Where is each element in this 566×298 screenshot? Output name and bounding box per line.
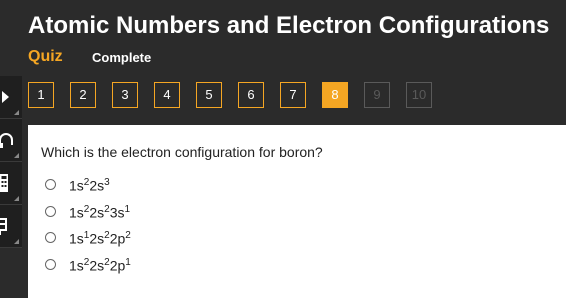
- status-label: Complete: [92, 50, 152, 65]
- answer-option-text: 1s22s23s1: [69, 203, 131, 221]
- answer-option-text: 1s22s3: [69, 177, 110, 194]
- rail-tab-arrow[interactable]: [0, 76, 22, 119]
- rail-tab-audio[interactable]: [0, 119, 22, 162]
- page-button-4[interactable]: 4: [154, 82, 180, 108]
- calculator-icon: [0, 174, 8, 192]
- page-title: Atomic Numbers and Electron Configuratio…: [28, 12, 550, 39]
- answer-option-text: 1s12s22p2: [69, 230, 131, 247]
- radio-button[interactable]: [45, 258, 56, 270]
- reference-icon: [0, 218, 7, 235]
- radio-button[interactable]: [45, 232, 56, 243]
- page-button-1[interactable]: 1: [28, 82, 54, 108]
- rail-tab-calculator[interactable]: [0, 162, 22, 205]
- page-button-3[interactable]: 3: [112, 82, 138, 108]
- page-button-6[interactable]: 6: [238, 82, 264, 108]
- radio-button[interactable]: [45, 205, 56, 217]
- side-rail: [0, 76, 22, 256]
- page-button-9: 9: [364, 82, 390, 108]
- page-button-7[interactable]: 7: [280, 82, 306, 108]
- rail-tab-reference[interactable]: [0, 205, 22, 248]
- page-button-2[interactable]: 2: [70, 82, 96, 108]
- question-panel: Which is the electron configuration for …: [28, 125, 566, 298]
- radio-button[interactable]: [45, 179, 56, 190]
- question-text: Which is the electron configuration for …: [41, 144, 323, 160]
- page-button-10: 10: [406, 82, 432, 108]
- quiz-label: Quiz: [28, 48, 63, 65]
- arrow-icon: [2, 91, 9, 103]
- answer-option-text: 1s22s22p1: [69, 256, 131, 274]
- headphones-icon: [0, 133, 13, 148]
- page-button-5[interactable]: 5: [196, 82, 222, 108]
- page-button-8[interactable]: 8: [322, 82, 348, 108]
- quiz-header: Atomic Numbers and Electron Configuratio…: [0, 0, 566, 125]
